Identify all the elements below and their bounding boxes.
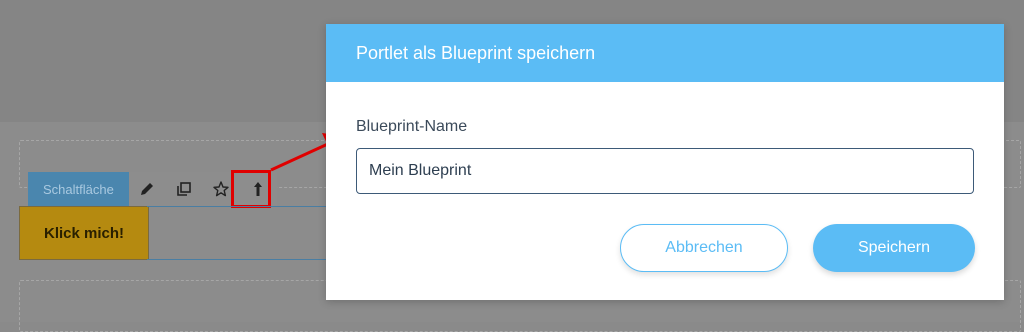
cancel-button[interactable]: Abbrechen	[620, 224, 788, 272]
save-blueprint-dialog: Portlet als Blueprint speichern Blueprin…	[326, 24, 1004, 300]
dialog-title: Portlet als Blueprint speichern	[326, 24, 1004, 82]
blueprint-name-label: Blueprint-Name	[356, 118, 468, 135]
save-button[interactable]: Speichern	[813, 224, 975, 272]
blueprint-name-input[interactable]	[356, 148, 974, 194]
